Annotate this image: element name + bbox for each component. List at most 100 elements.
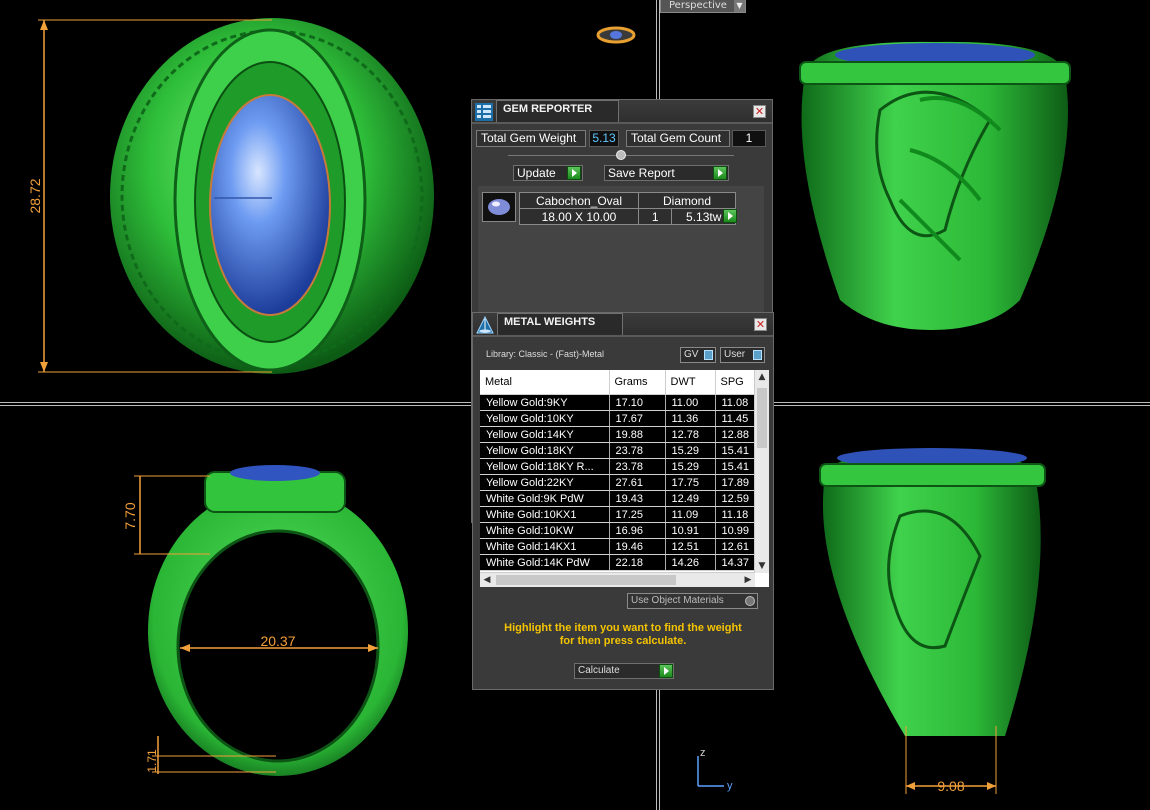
scale-icon [476, 315, 494, 334]
metal-name: Yellow Gold:10KY [480, 410, 610, 427]
viewport-mode-dropdown[interactable]: Perspective ▼ [660, 0, 746, 13]
close-icon[interactable]: ✕ [753, 105, 766, 118]
metal-name: Yellow Gold:18KY [480, 442, 610, 459]
gv-toggle-label: GV [684, 349, 699, 360]
column-header-grams[interactable]: Grams [609, 370, 666, 395]
metal-name: Yellow Gold:22KY [480, 474, 610, 491]
metal-dwt: 15.29 [665, 442, 716, 459]
user-toggle-label: User [724, 349, 746, 360]
metal-dwt: 11.36 [665, 410, 716, 427]
gem-row-go-icon[interactable] [723, 209, 737, 223]
metal-dwt: 10.91 [665, 522, 716, 539]
metal-dwt: 12.78 [665, 426, 716, 443]
column-header-dwt[interactable]: DWT [665, 370, 716, 395]
gem-thumbnail-icon[interactable] [482, 192, 516, 222]
metal-grams: 17.25 [609, 506, 666, 523]
metal-name: Yellow Gold:9KY [480, 394, 610, 411]
scroll-up-icon[interactable]: ▲ [755, 370, 769, 384]
dimension-top-label: 7.70 [122, 502, 138, 529]
gem-size: 18.00 X 10.00 [519, 208, 639, 225]
table-row[interactable]: White Gold:10KW 16.96 10.91 10.99 [480, 522, 769, 539]
close-icon[interactable]: ✕ [754, 318, 767, 331]
metal-grams: 22.18 [609, 554, 666, 571]
gem-count: 1 [637, 208, 673, 225]
table-row[interactable]: White Gold:10KX1 17.25 11.09 11.18 [480, 506, 769, 523]
save-report-go-icon[interactable] [713, 166, 727, 180]
scroll-thumb[interactable] [757, 388, 767, 448]
gv-toggle[interactable]: GV [680, 347, 716, 363]
use-object-materials-toggle[interactable]: Use Object Materials [627, 593, 758, 609]
metal-name: White Gold:10KX1 [480, 506, 610, 523]
update-button-label: Update [517, 166, 556, 180]
metal-weights-table: Metal Grams DWT SPG Yellow Gold:9KY 17.10… [480, 370, 769, 571]
metal-weights-list[interactable]: Metal Grams DWT SPG Yellow Gold:9KY 17.10… [480, 370, 769, 587]
metal-grams: 16.96 [609, 522, 666, 539]
user-toggle[interactable]: User [720, 347, 765, 363]
radio-icon [745, 596, 755, 606]
column-header-metal[interactable]: Metal [480, 370, 610, 395]
gem-material: Diamond [638, 192, 736, 209]
toggle-knob-icon [704, 350, 713, 360]
metal-name: White Gold:9K PdW [480, 490, 610, 507]
metal-grams: 17.10 [609, 394, 666, 411]
dimension-height-label: 28.72 [27, 178, 43, 213]
calculate-go-icon[interactable] [659, 664, 673, 678]
scroll-down-icon[interactable]: ▼ [755, 559, 769, 573]
axis-triad-icon: z y [697, 747, 733, 792]
view-gizmo-icon[interactable] [596, 26, 636, 44]
save-report-button-label: Save Report [608, 166, 675, 180]
table-row[interactable]: White Gold:9K PdW 19.43 12.49 12.59 [480, 490, 769, 507]
metal-grams: 23.78 [609, 442, 666, 459]
total-gem-count-value: 1 [732, 130, 766, 147]
table-row[interactable]: Yellow Gold:18KY R... 23.78 15.29 15.41 [480, 458, 769, 475]
svg-text:z: z [700, 747, 706, 759]
chevron-down-icon[interactable]: ▼ [734, 0, 745, 12]
scroll-right-icon[interactable]: ▶ [741, 573, 755, 587]
total-gem-weight-label: Total Gem Weight [476, 130, 586, 147]
instruction-text-1: Highlight the item you want to find the … [504, 622, 742, 634]
table-row[interactable]: Yellow Gold:18KY 23.78 15.29 15.41 [480, 442, 769, 459]
update-go-icon[interactable] [567, 166, 581, 180]
gem-shape: Cabochon_Oval [519, 192, 639, 209]
svg-text:y: y [727, 780, 733, 792]
metal-grams: 19.88 [609, 426, 666, 443]
metal-dwt: 11.09 [665, 506, 716, 523]
library-label: Library: Classic - (Fast)-Metal [486, 349, 605, 359]
metal-name: Yellow Gold:18KY R... [480, 458, 610, 475]
gem-reporter-titlebar[interactable]: GEM REPORTER ✕ [472, 100, 772, 124]
horizontal-scrollbar[interactable]: ◀ ▶ [480, 572, 755, 587]
use-object-materials-label: Use Object Materials [631, 595, 724, 606]
metal-name: White Gold:10KW [480, 522, 610, 539]
table-row[interactable]: Yellow Gold:22KY 27.61 17.75 17.89 [480, 474, 769, 491]
metal-grams: 17.67 [609, 410, 666, 427]
table-row[interactable]: Yellow Gold:10KY 17.67 11.36 11.45 [480, 410, 769, 427]
metal-dwt: 15.29 [665, 458, 716, 475]
calculate-button-label: Calculate [578, 665, 620, 676]
table-row[interactable]: White Gold:14K PdW 22.18 14.26 14.37 [480, 554, 769, 571]
metal-weights-panel: METAL WEIGHTS ✕ Library: Classic - (Fast… [472, 312, 774, 690]
gem-reporter-icon [475, 103, 493, 121]
gem-row-table[interactable]: Cabochon_Oval Diamond 18.00 X 10.00 1 5.… [519, 192, 736, 225]
save-report-button[interactable]: Save Report [604, 165, 729, 181]
metal-dwt: 12.49 [665, 490, 716, 507]
metal-dwt: 11.00 [665, 394, 716, 411]
scroll-left-icon[interactable]: ◀ [480, 573, 494, 587]
table-row[interactable]: Yellow Gold:9KY 17.10 11.00 11.08 [480, 394, 769, 411]
metal-dwt: 12.51 [665, 538, 716, 555]
total-gem-weight-value: 5.13 [589, 130, 619, 147]
metal-name: White Gold:14K PdW [480, 554, 610, 571]
table-row[interactable]: Yellow Gold:14KY 19.88 12.78 12.88 [480, 426, 769, 443]
table-row[interactable]: White Gold:14KX1 19.46 12.51 12.61 [480, 538, 769, 555]
dimension-width-label: 9.08 [937, 778, 964, 794]
vertical-scrollbar[interactable]: ▲ ▼ [754, 370, 769, 573]
metal-grams: 23.78 [609, 458, 666, 475]
metal-weights-titlebar[interactable]: METAL WEIGHTS ✕ [473, 313, 773, 337]
scroll-thumb[interactable] [496, 575, 676, 585]
metal-name: White Gold:14KX1 [480, 538, 610, 555]
dimension-band-label: 1.71 [145, 749, 159, 773]
toggle-knob-icon [753, 350, 762, 360]
collapse-handle-icon[interactable] [616, 150, 626, 160]
metal-dwt: 14.26 [665, 554, 716, 571]
metal-grams: 27.61 [609, 474, 666, 491]
metal-weights-rows: Yellow Gold:9KY 17.10 11.00 11.08 Yellow Go… [480, 394, 769, 571]
